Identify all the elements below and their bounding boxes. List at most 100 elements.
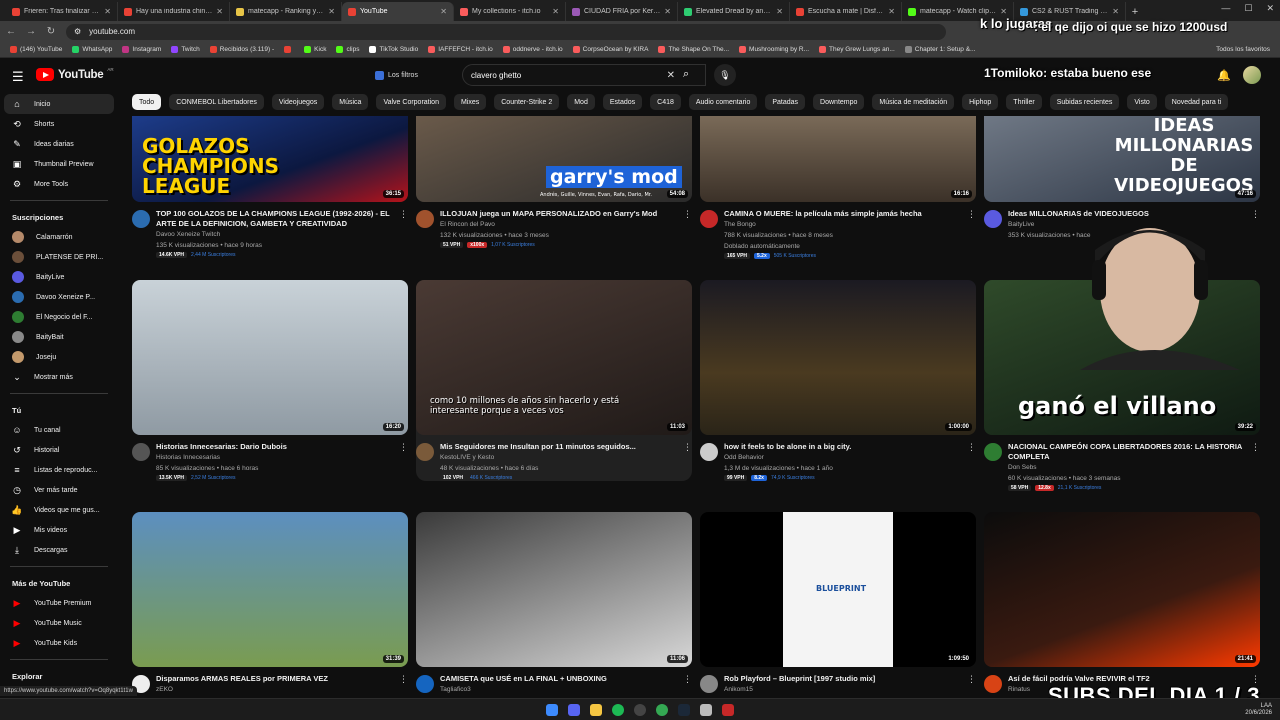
channel-name[interactable]: Odd Behavior [724,452,962,463]
video-thumbnail[interactable]: 31:39 [132,512,408,667]
browser-tab[interactable]: matecapp - Ranking y Racha ✕ [230,2,342,21]
sidebar-item[interactable]: ▶ YouTube Music [0,613,118,633]
search-input[interactable]: clavero ghetto ✕ [462,64,706,86]
filter-chip[interactable]: Subidas recientes [1049,94,1120,110]
video-thumbnail[interactable]: GOLAZOS CHAMPIONS LEAGUE 36:15 [132,116,408,202]
sidebar-item[interactable]: ⚙ More Tools [0,174,118,194]
channel-name[interactable]: El Rincon del Pavo [440,219,678,230]
video-title[interactable]: Disparamos ARMAS REALES por PRIMERA VEZ [156,674,394,684]
channel-name[interactable]: Anikom15 [724,684,962,695]
bookmark-item[interactable]: Kick [304,46,326,53]
filter-chip[interactable]: Mod [567,94,595,110]
bookmark-item[interactable]: Mushrooming by R... [739,46,809,53]
sidebar-item[interactable]: ✎ Ideas diarias [0,134,118,154]
bookmark-item[interactable]: CorpseOcean by KIRA [572,46,648,53]
app-icon[interactable] [722,703,734,716]
video-thumbnail[interactable]: 16:16 [700,116,976,202]
subscriptions-heading[interactable]: Suscripciones [0,207,118,227]
search-icon[interactable]: ⌕ [683,68,689,81]
video-card[interactable]: 31:39 Disparamos ARMAS REALES por PRIMERA… [132,512,408,695]
bookmark-item[interactable]: Twitch [171,46,200,53]
sidebar-item[interactable]: ⟲ Shorts [0,114,118,134]
filter-chip[interactable]: Estados [602,94,643,110]
channel-name[interactable]: Historias Innecesarias [156,452,394,463]
video-thumbnail[interactable]: 1:00:00 [700,280,976,435]
reload-icon[interactable]: ↻ [46,26,56,37]
channel-name[interactable]: Don Sebs [1008,462,1246,473]
show-more-button[interactable]: ⌄ Mostrar más [0,367,118,387]
filter-chip[interactable]: Mixes [453,94,487,110]
bookmark-item[interactable]: clips [336,46,359,53]
subscription-item[interactable]: PLATENSE DE PRI... [0,247,118,267]
video-thumbnail[interactable]: 16:20 [132,280,408,435]
video-title[interactable]: Historias Innecesarias: Dario Dubois [156,442,394,452]
close-window-icon[interactable]: ✕ [1266,3,1274,14]
filter-chip[interactable]: Valve Corporation [376,94,446,110]
browser-tab[interactable]: YouTube ✕ [342,2,454,21]
close-tab-icon[interactable]: ✕ [440,7,447,16]
youtube-logo[interactable]: YouTube AR [36,67,114,81]
video-card[interactable]: 16:16 CAMINA O MUERE: la película más sim… [700,116,976,259]
channel-avatar[interactable] [700,675,718,693]
filter-chip[interactable]: Visto [1127,94,1157,110]
browser-tab[interactable]: matecapp - Watch clips on K ✕ [902,2,1014,21]
video-card[interactable]: 1:00:00 how it feels to be alone in a big… [700,280,976,481]
sidebar-item[interactable]: 👍 Videos que me gus... [0,500,118,520]
browser-tab[interactable]: CS2 & RUST Trading Bot Sol ✕ [1014,2,1126,21]
bookmark-item[interactable]: Recibidos (3.119) - [209,46,274,53]
video-thumbnail[interactable]: 21:41 [984,512,1260,667]
filter-chip[interactable]: Todo [132,94,162,110]
filter-chip[interactable]: C418 [650,94,681,110]
browser-tab[interactable]: Hay una industria china de ro ✕ [118,2,230,21]
close-tab-icon[interactable]: ✕ [1000,7,1007,16]
more-options-icon[interactable]: ⋮ [1251,442,1260,453]
channel-name[interactable]: KestoLIVE y Kesto [440,452,678,463]
close-tab-icon[interactable]: ✕ [888,7,895,16]
filter-chip[interactable]: Hiphop [962,94,999,110]
filter-chip[interactable]: Counter-Strike 2 [494,94,560,110]
browser-tab[interactable]: Frieren: Tras finalizar el viaje d ✕ [6,2,118,21]
video-thumbnail[interactable]: como 10 millones de años sin hacerlo y e… [416,280,692,435]
bookmark-item[interactable]: oddnerve - itch.io [502,46,563,53]
video-title[interactable]: NACIONAL CAMPEÓN COPA LIBERTADORES 2016:… [1008,442,1246,462]
filter-chip[interactable]: Música [332,94,369,110]
all-bookmarks-link[interactable]: Todos los favoritos [1216,46,1270,53]
video-card[interactable]: 16:20 Historias Innecesarias: Dario Duboi… [132,280,408,481]
steam-icon[interactable] [678,703,690,716]
close-tab-icon[interactable]: ✕ [328,7,335,16]
bookmark-item[interactable]: WhatsApp [72,46,112,53]
close-tab-icon[interactable]: ✕ [216,7,223,16]
channel-avatar[interactable] [984,443,1002,461]
video-thumbnail[interactable]: IDEAS MILLONARIAS DE VIDEOJUEGOS 47:16 [984,116,1260,202]
more-options-icon[interactable]: ⋮ [967,674,976,685]
subscription-item[interactable]: Calamarrón [0,227,118,247]
sidebar-item[interactable]: ≡ Listas de reproduc... [0,460,118,480]
obs-icon[interactable] [634,703,646,716]
channel-avatar[interactable] [416,210,434,228]
menu-icon[interactable]: ☰ [12,69,24,85]
close-tab-icon[interactable]: ✕ [104,7,111,16]
subscription-item[interactable]: El Negocio del F... [0,307,118,327]
more-options-icon[interactable]: ⋮ [967,209,976,220]
video-card[interactable]: 21:41 Así de fácil podría Valve REVIVIR e… [984,512,1260,695]
file-explorer-icon[interactable] [590,703,602,716]
more-options-icon[interactable]: ⋮ [399,209,408,220]
video-card[interactable]: BLUEPRINT 1:09:50 Rob Playford – Blueprint… [700,512,976,695]
bookmark-item[interactable]: The Shape On The... [658,46,729,53]
video-title[interactable]: Mis Seguidores me Insultan por 11 minuto… [440,442,678,452]
you-heading[interactable]: Tú [0,400,118,420]
subscription-item[interactable]: Davoo Xeneize P... [0,287,118,307]
video-title[interactable]: CAMINA O MUERE: la película más simple j… [724,209,962,219]
sidebar-item[interactable]: ▶ YouTube Kids [0,633,118,653]
sidebar-item[interactable]: ▶ Mis videos [0,520,118,540]
more-options-icon[interactable]: ⋮ [683,674,692,685]
sidebar-item[interactable]: ⤓ Descargas [0,540,118,560]
filter-chip[interactable]: Patadas [765,94,806,110]
bookmark-item[interactable] [284,46,294,53]
bookmark-item[interactable]: TikTok Studio [369,46,418,53]
discord-icon[interactable] [568,703,580,716]
voice-search-button[interactable]: 🎙 [714,64,736,86]
video-thumbnail[interactable]: BLUEPRINT 1:09:50 [700,512,976,667]
channel-avatar[interactable] [700,210,718,228]
filter-chip[interactable]: Thriller [1006,94,1042,110]
